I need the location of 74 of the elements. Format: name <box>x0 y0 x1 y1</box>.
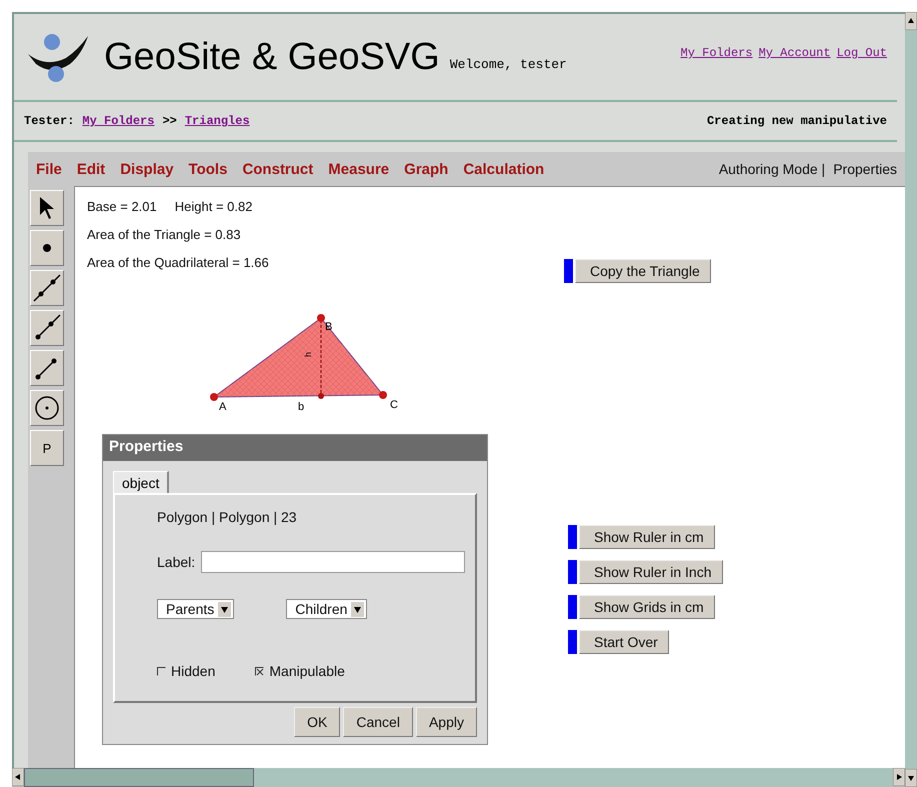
vertex-point[interactable] <box>210 393 218 401</box>
breadcrumb-separator: >> <box>162 114 177 128</box>
checkbox-label: Manipulable <box>269 663 345 679</box>
segment-tool-button[interactable] <box>30 350 64 386</box>
button-marker <box>564 259 573 283</box>
dialog-button[interactable]: Apply <box>416 707 477 737</box>
vertex-label: B <box>325 321 332 333</box>
menu-item[interactable]: Construct <box>242 160 314 178</box>
arrow-tool-button[interactable] <box>30 190 64 226</box>
vertical-scrollbar[interactable] <box>905 12 917 787</box>
action-button[interactable]: Show Ruler in cm <box>579 525 715 549</box>
dialog-button[interactable]: Cancel <box>343 707 413 737</box>
measurement-text: Area of the Triangle = 0.83 <box>87 227 241 242</box>
button-marker <box>568 595 577 619</box>
action-button[interactable]: Show Grids in cm <box>579 595 715 619</box>
vertex-label: A <box>219 401 226 413</box>
breadcrumb-link[interactable]: My Folders <box>82 114 154 128</box>
menu-item[interactable]: Graph <box>404 160 448 178</box>
object-info: Polygon | Polygon | 23 <box>157 509 298 525</box>
action-button[interactable]: Show Ruler in Inch <box>579 560 723 584</box>
checkbox[interactable] <box>157 666 166 676</box>
action-button[interactable]: Copy the Triangle <box>575 259 711 283</box>
button-marker <box>568 560 577 584</box>
mode-link[interactable]: Properties <box>833 161 897 177</box>
circle-tool-button[interactable] <box>30 390 64 426</box>
checkbox[interactable] <box>255 666 264 676</box>
dialog-button[interactable]: OK <box>294 707 340 737</box>
dropdown[interactable]: Parents <box>157 599 234 619</box>
dialog-tab[interactable]: object <box>113 471 170 493</box>
point-label-tool-button[interactable]: P <box>30 430 64 466</box>
menu-item[interactable]: Edit <box>76 160 106 178</box>
mode-link[interactable]: Authoring Mode | <box>718 161 826 177</box>
measurement-text: Area of the Quadrilateral = 1.66 <box>87 255 269 270</box>
vertex-label: C <box>390 399 398 411</box>
measurement-text: Base = 2.01 <box>87 199 157 214</box>
label-input[interactable] <box>201 551 466 573</box>
scroll-left-icon[interactable] <box>12 768 24 786</box>
scroll-right-icon[interactable] <box>893 768 905 786</box>
scroll-down-icon[interactable] <box>905 769 917 787</box>
vertex-point[interactable] <box>379 391 387 399</box>
foot-point <box>318 393 324 399</box>
scroll-thumb[interactable] <box>24 768 254 787</box>
status-text: Creating new manipulative <box>706 114 887 128</box>
breadcrumb-link[interactable]: Triangles <box>184 114 250 128</box>
ray-tool-button[interactable] <box>30 310 64 346</box>
dot-icon <box>42 243 52 253</box>
menu-item[interactable]: Calculation <box>463 160 544 178</box>
header-link[interactable]: My Folders <box>680 46 753 60</box>
menu-item[interactable]: Tools <box>188 160 228 178</box>
line-icon <box>32 273 62 303</box>
horizontal-scrollbar[interactable] <box>12 768 905 787</box>
welcome-text: Welcome, tester <box>450 56 567 72</box>
vertex-point[interactable] <box>317 314 325 322</box>
checkbox-label: Hidden <box>171 663 216 679</box>
label-caption: Label: <box>157 554 196 570</box>
site-title: GeoSite & GeoSVG <box>104 36 440 78</box>
measurement-text: Height = 0.82 <box>174 199 252 214</box>
header-link[interactable]: My Account <box>758 46 831 60</box>
button-marker <box>568 630 577 654</box>
height-label: h <box>303 352 313 357</box>
circle-icon <box>33 394 61 422</box>
menu-item[interactable]: Display <box>120 160 174 178</box>
dialog-title: Properties <box>103 435 487 461</box>
menu-item[interactable]: File <box>36 160 62 178</box>
user-label: Tester: <box>24 114 74 128</box>
side-label: b <box>298 401 304 413</box>
action-button[interactable]: Start Over <box>579 630 669 654</box>
header-link[interactable]: Log Out <box>836 46 887 60</box>
dropdown[interactable]: Children <box>286 599 368 619</box>
point-tool-button[interactable] <box>30 230 64 266</box>
button-marker <box>568 525 577 549</box>
scroll-up-icon[interactable] <box>905 12 917 30</box>
menu-item[interactable]: Measure <box>328 160 390 178</box>
line-tool-button[interactable] <box>30 270 64 306</box>
